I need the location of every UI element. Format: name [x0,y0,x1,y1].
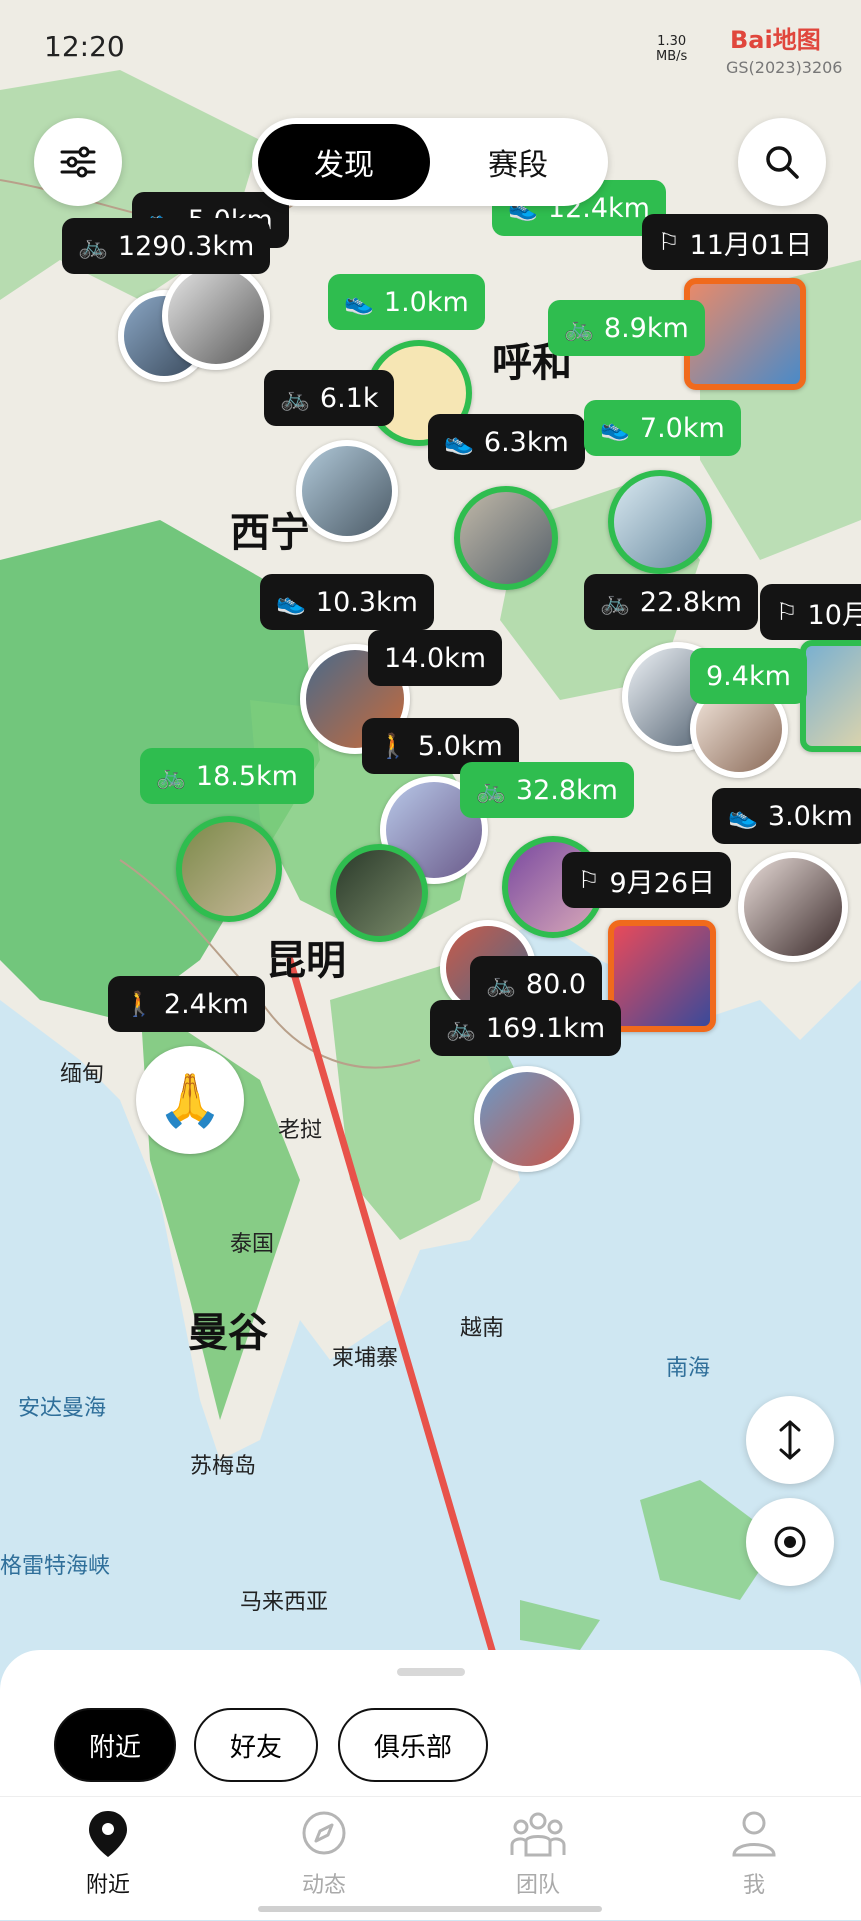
flag-icon: ⚐ [658,228,680,256]
hiking-icon: 🚶 [378,732,408,760]
activity-chip[interactable]: 🚲 1290.3km [62,218,271,274]
location-pin-icon [89,1811,127,1857]
activity-chip[interactable]: 👟 1.0km [328,274,485,330]
activity-chip[interactable]: 👟 10.3km [260,574,434,630]
filter-nearby[interactable]: 附近 [54,1708,176,1782]
top-tab-switch: 发现 赛段 [252,118,608,206]
user-avatar[interactable] [330,844,428,942]
user-avatar[interactable] [608,470,712,574]
map-label-vietnam: 越南 [460,1316,505,1341]
compass-icon [302,1811,346,1855]
map-label-laos: 老挝 [278,1118,323,1143]
run-icon: 👟 [344,288,374,316]
map-license: GS(2023)3206 [726,58,843,77]
person-icon [732,1811,776,1857]
status-time: 12:20 [44,30,125,63]
activity-chip[interactable]: 👟 6.3km [428,414,585,470]
user-avatar[interactable] [176,816,282,922]
map-label-kunming: 昆明 [266,938,346,984]
bike-icon: 🚲 [78,232,108,260]
nav-nearby[interactable]: 附近 [48,1807,168,1899]
vertical-arrows-icon [779,1420,801,1460]
expand-collapse-button[interactable] [746,1396,834,1484]
map-label-sumei: 苏梅岛 [190,1454,257,1479]
bike-icon: 🚲 [280,384,310,412]
map-label-bangkok: 曼谷 [188,1310,268,1356]
filter-clubs[interactable]: 俱乐部 [338,1708,488,1782]
map-label-malaysia: 马来西亚 [240,1590,329,1615]
activity-chip[interactable]: 🚲 18.5km [140,748,314,804]
user-avatar[interactable] [474,1066,580,1172]
bike-icon: 🚲 [600,588,630,616]
nav-team[interactable]: 团队 [478,1807,598,1899]
map-label-south-sea: 南海 [666,1356,711,1381]
bike-icon: 🚲 [486,970,516,998]
activity-chip[interactable]: 🚲 8.9km [548,300,705,356]
map-provider-logo: Bai地图 [730,26,821,54]
event-photo-marker[interactable] [608,920,716,1032]
map-label-cambodia: 柬埔寨 [332,1346,399,1371]
activity-chip[interactable]: 🚲 169.1km [430,1000,622,1056]
search-icon [766,146,799,179]
run-icon: 👟 [600,414,630,442]
target-icon [774,1526,806,1558]
user-avatar[interactable] [454,486,558,590]
nav-me[interactable]: 我 [694,1807,814,1899]
user-avatar[interactable] [800,640,861,752]
activity-chip[interactable]: 14.0km [368,630,503,686]
flag-icon: ⚐ [578,866,600,894]
map-label-mandalay: 缅甸 [60,1062,105,1087]
activity-chip[interactable]: 🚲 6.1k [264,370,395,426]
bike-icon: 🚲 [564,314,594,342]
team-icon [510,1812,566,1857]
map-label-thailand: 泰国 [230,1232,275,1257]
emoji-marker[interactable]: 🙏 [136,1046,244,1154]
activity-chip[interactable]: 👟 7.0km [584,400,741,456]
locate-me-button[interactable] [746,1498,834,1586]
nav-feed[interactable]: 动态 [264,1807,384,1899]
activity-chip[interactable]: 👟 3.0km [712,788,861,844]
tab-discover[interactable]: 发现 [258,124,430,200]
activity-chip[interactable]: ⚐ 9月26日 [562,852,732,908]
sliders-icon [60,146,96,178]
map-label-xining: 西宁 [230,510,310,556]
run-icon: 👟 [276,588,306,616]
bike-icon: 🚲 [476,776,506,804]
bike-icon: 🚲 [156,762,186,790]
filter-settings-button[interactable] [34,118,122,206]
hiking-icon: 🚶 [124,990,154,1018]
map-label-malacca: 格雷特海峡 [0,1554,111,1579]
drag-handle[interactable] [397,1668,465,1676]
status-bar: 12:20 1.30 MB/s Bai地图 GS(2023)3206 [0,0,861,100]
bottom-nav: 附近 动态 团队 我 [0,1796,861,1921]
user-avatar[interactable] [162,262,270,370]
search-button[interactable] [738,118,826,206]
activity-chip[interactable]: ⚐ 10月 [760,584,861,640]
activity-chip[interactable]: 🚲 32.8km [460,762,634,818]
activity-chip[interactable]: 🚲 22.8km [584,574,758,630]
home-indicator [258,1906,602,1912]
activity-chip[interactable]: 9.4km [690,648,807,704]
tab-segments[interactable]: 赛段 [432,124,604,200]
filter-friends[interactable]: 好友 [194,1708,318,1782]
user-avatar[interactable] [296,440,398,542]
activity-chip[interactable]: ⚐ 11月01日 [642,214,829,270]
map-view[interactable]: 西宁 呼和 昆明 缅甸 老挝 泰国 曼谷 柬埔寨 越南 南海 安达曼海 苏梅岛 … [0,0,861,1920]
run-icon: 👟 [728,802,758,830]
run-icon: 👟 [444,428,474,456]
network-speed: 1.30 MB/s [656,34,688,64]
activity-chip[interactable]: 🚶 2.4km [108,976,265,1032]
map-label-andaman: 安达曼海 [18,1396,107,1421]
flag-icon: ⚐ [776,598,798,626]
bike-icon: 🚲 [446,1014,476,1042]
user-avatar[interactable] [738,852,848,962]
